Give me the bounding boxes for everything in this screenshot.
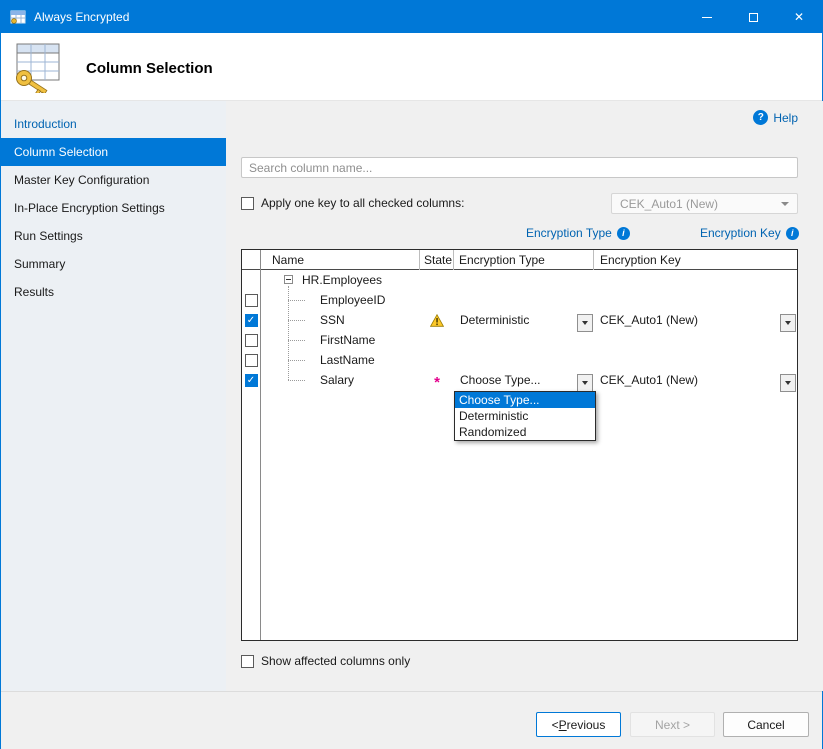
close-icon bbox=[794, 10, 804, 24]
titlebar: Always Encrypted bbox=[1, 1, 822, 33]
column-name-label: Salary bbox=[320, 373, 354, 387]
help-icon bbox=[753, 110, 768, 125]
table-row: FirstName bbox=[242, 330, 797, 350]
encryption-type-dropdown-button[interactable] bbox=[577, 314, 593, 332]
encryption-key-value: CEK_Auto1 (New) bbox=[600, 313, 698, 327]
cek-select-value: CEK_Auto1 (New) bbox=[620, 197, 718, 211]
encryption-type-dropdown-list: Choose Type... Deterministic Randomized bbox=[454, 391, 596, 441]
sidebar-item-results: Results bbox=[1, 278, 226, 306]
encryption-type-link[interactable]: Encryption Type bbox=[526, 226, 630, 240]
search-input[interactable] bbox=[241, 157, 798, 178]
encryption-key-link-label: Encryption Key bbox=[700, 226, 781, 240]
encryption-type-link-label: Encryption Type bbox=[526, 226, 612, 240]
row-checkbox-ssn[interactable] bbox=[245, 314, 258, 327]
page-title: Column Selection bbox=[86, 60, 213, 77]
table-group-row: HR.Employees bbox=[242, 270, 797, 290]
row-checkbox-lastname[interactable] bbox=[245, 354, 258, 367]
group-label: HR.Employees bbox=[302, 273, 382, 287]
sidebar-item-introduction[interactable]: Introduction bbox=[1, 110, 226, 138]
table-row: LastName bbox=[242, 350, 797, 370]
window-title: Always Encrypted bbox=[34, 10, 129, 24]
minimize-button[interactable] bbox=[684, 1, 730, 33]
caret-down-icon bbox=[582, 381, 588, 385]
footer: < Previous Next > Cancel bbox=[1, 691, 822, 749]
row-checkbox-employeeid[interactable] bbox=[245, 294, 258, 307]
grid-header-state: State bbox=[420, 250, 454, 270]
column-help-links: Encryption Type Encryption Key bbox=[226, 226, 823, 242]
previous-button[interactable]: < Previous bbox=[536, 712, 621, 737]
dropdown-option-choose-type[interactable]: Choose Type... bbox=[455, 392, 595, 408]
dropdown-option-deterministic[interactable]: Deterministic bbox=[455, 408, 595, 424]
caret-down-icon bbox=[785, 381, 791, 385]
encryption-key-dropdown-button[interactable] bbox=[780, 374, 796, 392]
column-name-label: LastName bbox=[320, 353, 375, 367]
close-button[interactable] bbox=[776, 1, 822, 33]
previous-label-accesskey: P bbox=[559, 718, 567, 732]
table-key-icon bbox=[9, 41, 65, 96]
info-icon[interactable] bbox=[617, 227, 630, 240]
help-link[interactable]: Help bbox=[753, 110, 798, 125]
grid-header-encryption-key: Encryption Key bbox=[594, 250, 797, 270]
column-selection-panel: Help Apply one key to all checked column… bbox=[226, 101, 823, 691]
sidebar-item-in-place-encryption-settings: In-Place Encryption Settings bbox=[1, 194, 226, 222]
warning-icon bbox=[430, 314, 444, 327]
table-row: EmployeeID bbox=[242, 290, 797, 310]
encryption-key-dropdown-button[interactable] bbox=[780, 314, 796, 332]
show-affected-checkbox[interactable] bbox=[241, 655, 254, 668]
minimize-icon bbox=[702, 17, 712, 18]
maximize-button[interactable] bbox=[730, 1, 776, 33]
previous-label-suffix: revious bbox=[567, 718, 606, 732]
grid-header-encryption-type: Encryption Type bbox=[454, 250, 594, 270]
encryption-type-dropdown-button[interactable] bbox=[577, 374, 593, 392]
caret-down-icon bbox=[582, 321, 588, 325]
sidebar-item-master-key-configuration: Master Key Configuration bbox=[1, 166, 226, 194]
encryption-type-value: Deterministic bbox=[460, 313, 529, 327]
app-icon bbox=[10, 9, 26, 25]
table-row: Salary * Choose Type... CEK_Auto1 (New) bbox=[242, 370, 797, 390]
sidebar-item-column-selection[interactable]: Column Selection bbox=[1, 138, 226, 166]
columns-grid: Name State Encryption Type Encryption Ke… bbox=[241, 249, 798, 641]
column-name-label: FirstName bbox=[320, 333, 375, 347]
show-affected-label: Show affected columns only bbox=[261, 654, 410, 668]
dropdown-option-randomized[interactable]: Randomized bbox=[455, 424, 595, 440]
grid-header-name: Name bbox=[260, 250, 420, 270]
apply-one-key-checkbox[interactable] bbox=[241, 197, 254, 210]
always-encrypted-window: Always Encrypted Column Selection bbox=[0, 0, 823, 749]
wizard-header: Column Selection bbox=[1, 33, 822, 101]
sidebar-item-summary: Summary bbox=[1, 250, 226, 278]
previous-label-prefix: < bbox=[552, 718, 559, 732]
row-checkbox-salary[interactable] bbox=[245, 374, 258, 387]
required-icon: * bbox=[434, 378, 440, 388]
grid-header-checkbox-column bbox=[242, 250, 260, 270]
encryption-key-link[interactable]: Encryption Key bbox=[700, 226, 799, 240]
maximize-icon bbox=[749, 13, 758, 22]
column-name-label: EmployeeID bbox=[320, 293, 385, 307]
row-checkbox-firstname[interactable] bbox=[245, 334, 258, 347]
apply-one-key-label: Apply one key to all checked columns: bbox=[261, 196, 464, 210]
wizard-steps-sidebar: Introduction Column Selection Master Key… bbox=[1, 101, 226, 691]
cancel-button[interactable]: Cancel bbox=[723, 712, 809, 737]
cek-select[interactable]: CEK_Auto1 (New) bbox=[611, 193, 798, 214]
grid-header: Name State Encryption Type Encryption Ke… bbox=[242, 250, 797, 270]
chevron-down-icon bbox=[781, 202, 789, 206]
encryption-type-value: Choose Type... bbox=[460, 373, 541, 387]
encryption-key-value: CEK_Auto1 (New) bbox=[600, 373, 698, 387]
caret-down-icon bbox=[785, 321, 791, 325]
grid-body: HR.Employees EmployeeID SSN bbox=[242, 270, 797, 641]
sidebar-item-run-settings: Run Settings bbox=[1, 222, 226, 250]
info-icon[interactable] bbox=[786, 227, 799, 240]
next-button[interactable]: Next > bbox=[630, 712, 715, 737]
tree-expander-icon[interactable] bbox=[284, 275, 293, 284]
column-name-label: SSN bbox=[320, 313, 345, 327]
table-row: SSN Deterministic bbox=[242, 310, 797, 330]
help-label: Help bbox=[773, 111, 798, 125]
